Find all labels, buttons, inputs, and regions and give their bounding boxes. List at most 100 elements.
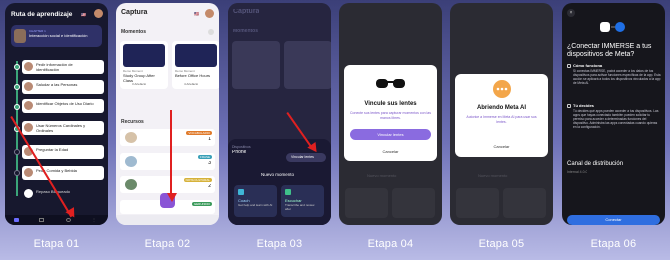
lesson-item[interactable]: Usar Números Cardinales y Ordinales [22,121,104,135]
glasses-icon [376,79,405,88]
resource-badge: FRASE [197,155,212,159]
modal-title: Abriendo Meta AI [476,105,527,111]
annotation-arrow [170,110,172,198]
bg-new-moment: Nuevo momento [478,173,508,178]
link-glasses-button[interactable]: Vincular lentes [286,153,326,162]
chapter-card[interactable]: CHAPTER 1 Interacción social e identific… [11,25,102,47]
modal-description: Conecte sus lentes para capturar momento… [350,111,431,120]
channel-heading: Canal de distribución [567,161,624,167]
learn-tab-icon[interactable] [14,218,19,222]
lesson-label: Usar Números Cardinales y Ordinales [36,123,86,133]
modal-description: Autorice a Immerse en Meta AI para usar … [466,115,537,124]
cancel-button[interactable]: Cancelar [455,144,548,149]
link-glasses-label: Vincular lentes [291,155,314,159]
resource-item[interactable]: NOTA CULTURAL 2 [120,176,215,193]
moment-count: 3 Artefacto [132,82,147,86]
lesson-avatar-icon [24,123,33,132]
meta-ai-icon [493,80,511,98]
device-name: Phone [232,150,247,155]
resource-count: 1 [208,137,211,142]
lesson-item[interactable]: Pedir Comida y Bebida [22,166,104,180]
lesson-label: Preguntar la Edad [36,147,69,152]
option-desc: Get help and learn with AI [238,204,273,207]
connect-button[interactable]: Conectar [567,215,660,225]
bg-option [392,188,435,218]
resource-item[interactable]: FRASE 3 [120,153,215,170]
page-title: Ruta de aprendizaje [11,11,73,18]
lesson-item-locked[interactable]: Repaso Bloqueado [22,187,104,201]
lesson-label: Repaso Bloqueado [36,189,71,194]
modal-title: ¿Conectar IMMERSE a tus dispositivos de … [567,43,652,58]
step-caption: Etapa 06 [590,238,637,250]
coach-option[interactable]: Coach Get help and learn with AI [234,185,277,217]
chevron-right-icon[interactable] [208,29,214,35]
moment-card[interactable]: Demo Moment Study Group After Class 3 Ar… [120,41,168,89]
resource-image [125,179,137,190]
bg-option [345,188,388,218]
moments-heading: Momentos [121,29,146,35]
bottom-nav [116,215,219,225]
lesson-avatar-icon [24,168,33,177]
bg-new-moment: Nuevo momento [367,173,397,178]
resource-badge: NOTA CULTURAL [183,178,212,182]
section-heading: Tú decides [573,103,594,108]
capture-tab-icon[interactable] [39,218,44,222]
channel-value: Internal 4.0.0 [567,170,588,174]
link-glasses-button[interactable]: Vincular lentes [350,129,431,140]
step-dot [14,64,20,70]
close-icon[interactable]: × [567,9,575,17]
more-icon[interactable]: ⋮ [92,217,96,222]
screen-etapa-05: Nuevo momento Abriendo Meta AI Autorice … [450,3,553,225]
step-dot [14,104,20,110]
flag-icon[interactable]: 🇺🇸 [194,11,199,16]
lock-icon [567,104,571,108]
step-caption: Etapa 05 [478,238,525,250]
lesson-avatar-icon [24,82,33,91]
lesson-item[interactable]: Pedir información de identificación [22,60,104,74]
step-caption: Etapa 03 [256,238,303,250]
resource-count: 2 [208,184,211,189]
avatar[interactable] [205,9,214,18]
bg-card [232,41,280,89]
moment-card[interactable]: Demo Moment Before Office Hours 4 Artefa… [172,41,219,89]
section-text: Tú decides qué apps pueden acceder a tus… [573,109,659,129]
bg-card [284,41,331,89]
cancel-button[interactable]: Cancelar [344,149,437,154]
screen-etapa-06: × ¿Conectar IMMERSE a tus dispositivos d… [562,3,665,225]
resources-heading: Recursos [121,119,144,125]
lesson-item[interactable]: Saludar a las Personas [22,80,104,94]
moment-title: Before Office Hours [175,73,211,78]
bg-option [456,188,499,218]
screen-etapa-04: Nuevo momento Vincule sus lentes Conecte… [339,3,442,225]
step-caption: Etapa 04 [367,238,414,250]
step-caption: Etapa 02 [144,238,191,250]
lock-icon [24,189,33,198]
resource-image [125,156,137,167]
chapter-image [14,29,26,43]
flag-icon[interactable]: 🇺🇸 [81,12,86,17]
screen-etapa-02: Captura 🇺🇸 Momentos Demo Moment Study Gr… [116,3,219,225]
chapter-title: Interacción social e identificación [29,34,88,38]
lesson-item[interactable]: Identificar Objetos de Uso Diario [22,99,104,113]
step-dot [14,149,20,155]
step-caption: Etapa 01 [33,238,80,250]
resource-badge: VOCABULARIO [186,131,212,135]
bg-option [503,188,546,218]
option-desc: Transcribe and review after [285,204,315,211]
step-dot [14,170,20,176]
opening-meta-modal: Abriendo Meta AI Autorice a Immerse en M… [455,74,548,157]
avatar[interactable] [94,9,103,18]
option-name: Coach [238,198,250,203]
bg-title: Captura [233,9,260,14]
lesson-label: Pedir información de identificación [36,62,73,72]
screen-etapa-03: Captura Momentos Dispositivos Phone Nuev… [228,3,331,225]
resource-item[interactable]: VOCABULARIO 1 [120,129,215,146]
resource-image [125,132,137,143]
listen-option[interactable]: Escuchar Transcribe and review after [281,185,324,217]
bottom-nav: ⋮ [5,215,108,225]
section-text: Si conectas IMMERSE, podrá acceder a los… [573,69,661,85]
sheet-title: Nuevo momento [261,172,295,177]
moment-count: 4 Artefacto [184,82,199,86]
resource-badge: GERUNDIO [191,202,212,206]
page-title: Captura [121,9,148,16]
